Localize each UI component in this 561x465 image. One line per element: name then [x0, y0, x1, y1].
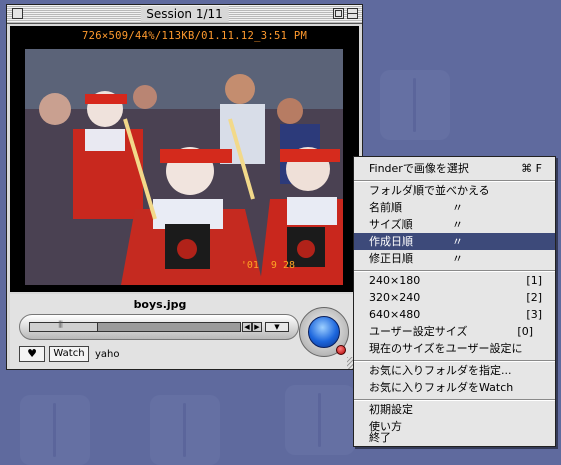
photo-date-stamp: '01 9 28	[240, 260, 295, 271]
menu-item-label: 終了	[369, 431, 391, 444]
menu-item-preferences[interactable]: 初期設定	[354, 401, 555, 418]
menu-item-ditto: 〃	[452, 201, 463, 214]
context-menu: Finderで画像を選択 ⌘ F フォルダ順で並べかえる 名前順 〃 サイズ順 …	[353, 156, 556, 447]
menu-item-label: 初期設定	[369, 403, 413, 416]
menu-item-ditto: 〃	[452, 218, 463, 231]
collapse-box-icon[interactable]	[347, 8, 358, 19]
menu-item-label: 現在のサイズをユーザー設定に	[369, 342, 523, 355]
file-name-label: boys.jpg	[133, 298, 187, 311]
menu-item-shortcut: [3]	[526, 308, 542, 321]
menu-item-quit[interactable]: 終了	[354, 429, 555, 446]
menu-item-shortcut: [2]	[526, 291, 542, 304]
menu-item-sort-by-created[interactable]: 作成日順 〃	[354, 233, 555, 250]
menu-item-label: 320×240	[369, 291, 421, 304]
menu-item-sort-by-name[interactable]: 名前順 〃	[354, 199, 555, 216]
menu-separator	[354, 180, 555, 182]
desktop-pattern-icon	[20, 395, 90, 465]
menu-item-label: お気に入りフォルダを指定...	[369, 364, 512, 377]
menu-item-user-size[interactable]: ユーザー設定サイズ [0]	[354, 323, 555, 340]
photo-image: '01 9 28	[25, 49, 343, 285]
menu-item-label: Finderで画像を選択	[369, 162, 469, 175]
image-info-text: 726×509/44%/113KB/01.11.12_3:51 PM	[82, 30, 308, 42]
desktop-pattern-icon	[150, 395, 220, 465]
menu-separator	[354, 360, 555, 362]
window-title: Session 1/11	[140, 6, 229, 22]
menu-dropdown-button[interactable]: ▼	[265, 322, 289, 332]
menu-item-label: お気に入りフォルダをWatch	[369, 381, 514, 394]
menu-item-label: 作成日順	[369, 235, 413, 248]
user-label: yaho	[95, 349, 120, 360]
title-bar[interactable]: Session 1/11	[7, 5, 362, 24]
menu-item-label: 240×180	[369, 274, 421, 287]
favorite-button[interactable]: ♥	[19, 346, 45, 362]
menu-item-ditto: 〃	[452, 252, 463, 265]
menu-item-shortcut: [1]	[526, 274, 542, 287]
menu-item-label: 640×480	[369, 308, 421, 321]
menu-item-ditto: 〃	[452, 235, 463, 248]
play-button-blue-icon	[308, 316, 340, 348]
seek-bar: ◀ ▶ ▼	[19, 314, 299, 340]
menu-separator	[354, 399, 555, 401]
menu-item-label: フォルダ順で並べかえる	[369, 184, 490, 197]
menu-item-label: 名前順	[369, 201, 402, 214]
slideshow-slider[interactable]	[29, 320, 241, 332]
next-image-button[interactable]: ▶	[252, 322, 262, 332]
menu-item-sort-by-folder[interactable]: フォルダ順で並べかえる	[354, 182, 555, 199]
image-display: 726×509/44%/113KB/01.11.12_3:51 PM '01 9…	[10, 26, 359, 292]
viewer-window: Session 1/11 726×509/44%/113KB/01.11.12_…	[6, 4, 363, 370]
desktop-pattern-icon	[380, 70, 450, 140]
desktop-pattern-icon	[285, 385, 355, 455]
menu-item-shortcut: [0]	[517, 325, 533, 338]
record-dot-icon	[336, 345, 346, 355]
menu-item-size-240[interactable]: 240×180 [1]	[354, 272, 555, 289]
menu-item-size-320[interactable]: 320×240 [2]	[354, 289, 555, 306]
menu-item-shortcut: ⌘ F	[521, 162, 542, 175]
control-panel: boys.jpg ◀ ▶ ▼ ♥ Watch yaho	[10, 294, 359, 369]
menu-item-set-favorite-folder[interactable]: お気に入りフォルダを指定...	[354, 362, 555, 379]
slider-thumb[interactable]	[30, 320, 98, 331]
menu-item-sort-by-modified[interactable]: 修正日順 〃	[354, 250, 555, 267]
menu-separator	[354, 270, 555, 272]
menu-item-size-640[interactable]: 640×480 [3]	[354, 306, 555, 323]
menu-item-select-in-finder[interactable]: Finderで画像を選択 ⌘ F	[354, 160, 555, 177]
previous-image-button[interactable]: ◀	[242, 322, 252, 332]
menu-item-label: 修正日順	[369, 252, 413, 265]
close-box-icon[interactable]	[12, 8, 23, 19]
menu-item-save-current-size[interactable]: 現在のサイズをユーザー設定に	[354, 340, 555, 357]
menu-item-label: ユーザー設定サイズ	[369, 325, 468, 338]
menu-item-label: サイズ順	[369, 218, 413, 231]
play-button[interactable]	[299, 307, 349, 357]
menu-item-sort-by-size[interactable]: サイズ順 〃	[354, 216, 555, 233]
zoom-box-icon[interactable]	[333, 8, 344, 19]
watch-button[interactable]: Watch	[49, 346, 89, 362]
menu-item-watch-favorite-folder[interactable]: お気に入りフォルダをWatch	[354, 379, 555, 396]
